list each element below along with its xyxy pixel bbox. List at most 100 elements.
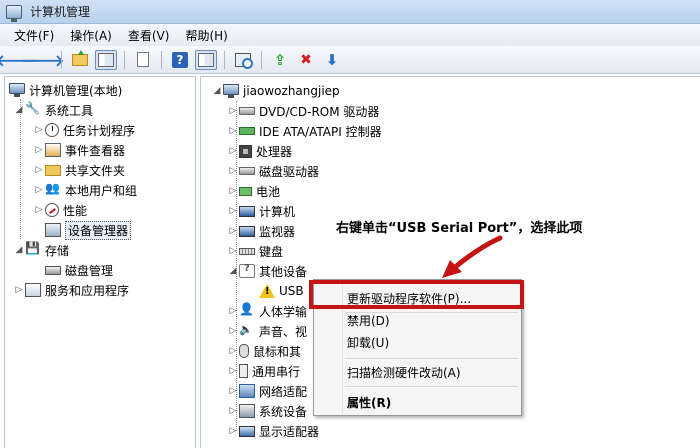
device-category-other[interactable]: ◢ 其他设备 — [227, 261, 307, 281]
expand-arrow-icon[interactable]: ▷ — [227, 406, 239, 416]
properties-button[interactable] — [132, 50, 154, 70]
expand-arrow-icon[interactable]: ▷ — [227, 226, 239, 236]
device-category-ide[interactable]: ▷ IDE ATA/ATAPI 控制器 — [227, 121, 382, 141]
mouse-icon — [239, 344, 249, 358]
tree-item-disk-management[interactable]: 磁盘管理 — [45, 260, 113, 280]
expand-arrow-icon[interactable]: ▷ — [227, 306, 239, 316]
device-label: 系统设备 — [259, 404, 308, 419]
display-adapter-icon — [239, 425, 255, 437]
help-button[interactable]: ? — [169, 50, 191, 70]
tree-item-storage[interactable]: ◢ 存储 — [13, 240, 69, 260]
menu-item-scan-hardware[interactable]: 扫描检测硬件改动(A) — [314, 362, 521, 382]
console-tree[interactable]: 计算机管理(本地) ◢ 系统工具 ▷ 任务计划程序 ▷ 事件查看器 ▷ 共享文件… — [4, 76, 196, 448]
expand-arrow-icon[interactable]: ▷ — [227, 366, 239, 376]
device-category-system[interactable]: ▷ 系统设备 — [227, 401, 307, 421]
tree-label: 共享文件夹 — [65, 163, 126, 178]
users-icon — [45, 181, 61, 197]
collapse-arrow-icon[interactable]: ◢ — [227, 266, 239, 276]
device-category-disk[interactable]: ▷ 磁盘驱动器 — [227, 161, 319, 181]
device-category-monitor[interactable]: ▷ 监视器 — [227, 221, 295, 241]
device-category-computer[interactable]: ▷ 计算机 — [227, 201, 295, 221]
expand-arrow-icon[interactable]: ▷ — [33, 165, 45, 175]
disable-button[interactable]: ⬇ — [321, 50, 343, 70]
device-label: 鼠标和其 — [253, 344, 302, 359]
up-button[interactable] — [69, 49, 91, 70]
disk-drive-icon — [239, 167, 255, 175]
collapse-arrow-icon[interactable]: ◢ — [211, 86, 223, 96]
tree-item-local-users[interactable]: ▷ 本地用户和组 — [33, 180, 137, 200]
tree-item-event-viewer[interactable]: ▷ 事件查看器 — [33, 140, 125, 160]
device-label: jiaowozhangjiep — [243, 84, 340, 98]
menu-view[interactable]: 查看(V) — [120, 25, 178, 46]
expand-arrow-icon[interactable]: ▷ — [227, 126, 239, 136]
expand-arrow-icon[interactable]: ▷ — [227, 186, 239, 196]
menu-item-properties[interactable]: 属性(R) — [314, 392, 521, 412]
device-category-dvd[interactable]: ▷ DVD/CD-ROM 驱动器 — [227, 101, 380, 121]
toolbar-separator — [61, 50, 62, 69]
tree-item-shared-folders[interactable]: ▷ 共享文件夹 — [33, 160, 125, 180]
scan-hardware-button[interactable] — [232, 50, 254, 70]
expand-arrow-icon[interactable]: ▷ — [33, 205, 45, 215]
speaker-icon — [239, 323, 255, 338]
action-pane-button[interactable] — [195, 49, 217, 70]
device-label: USB — [279, 284, 304, 298]
forward-button[interactable]: 🡒 — [22, 50, 65, 70]
device-category-cpu[interactable]: ▷ 处理器 — [227, 141, 292, 161]
tree-guide — [20, 99, 21, 239]
expand-arrow-icon[interactable]: ▷ — [227, 146, 239, 156]
storage-icon — [25, 241, 41, 257]
tree-label: 服务和应用程序 — [45, 283, 130, 298]
device-category-usb[interactable]: ▷ 通用串行 — [227, 361, 300, 381]
update-driver-button[interactable]: ⇪ — [269, 50, 291, 70]
expand-arrow-icon[interactable]: ▷ — [13, 285, 25, 295]
device-category-display[interactable]: ▷ 显示适配器 — [227, 421, 319, 441]
expand-arrow-icon[interactable]: ▷ — [33, 145, 45, 155]
device-category-sound[interactable]: ▷ 声音、视 — [227, 321, 307, 341]
menu-file[interactable]: 文件(F) — [6, 25, 62, 46]
tree-item-performance[interactable]: ▷ 性能 — [33, 200, 87, 220]
device-label: 磁盘驱动器 — [259, 164, 320, 179]
device-label: 其他设备 — [259, 264, 308, 279]
expand-arrow-icon[interactable]: ▷ — [227, 106, 239, 116]
tree-item-computer-management[interactable]: 计算机管理(本地) — [9, 80, 122, 100]
forward-icon: 🡒 — [21, 50, 65, 70]
tree-item-system-tools[interactable]: ◢ 系统工具 — [13, 100, 93, 120]
expand-arrow-icon[interactable]: ▷ — [227, 206, 239, 216]
system-device-icon — [239, 404, 255, 418]
uninstall-button[interactable]: ✖ — [295, 50, 317, 70]
device-category-network[interactable]: ▷ 网络适配 — [227, 381, 307, 401]
device-label: DVD/CD-ROM 驱动器 — [259, 104, 380, 119]
show-hide-tree-button[interactable] — [95, 49, 117, 70]
tree-item-task-scheduler[interactable]: ▷ 任务计划程序 — [33, 120, 135, 140]
tree-label: 任务计划程序 — [63, 123, 136, 138]
expand-arrow-icon[interactable]: ▷ — [227, 166, 239, 176]
expand-arrow-icon[interactable]: ▷ — [33, 125, 45, 135]
device-category-mouse[interactable]: ▷ 鼠标和其 — [227, 341, 301, 361]
menu-separator — [345, 386, 518, 387]
menu-action[interactable]: 操作(A) — [62, 25, 120, 46]
collapse-arrow-icon[interactable]: ◢ — [13, 105, 25, 115]
device-category-hid[interactable]: ▷ 人体学输 — [227, 301, 307, 321]
device-category-keyboard[interactable]: ▷ 键盘 — [227, 241, 283, 261]
dvd-drive-icon — [239, 107, 255, 115]
device-label: 处理器 — [256, 144, 293, 159]
tree-item-services-apps[interactable]: ▷ 服务和应用程序 — [13, 280, 129, 300]
expand-arrow-icon[interactable]: ▷ — [227, 346, 239, 356]
expand-arrow-icon[interactable]: ▷ — [227, 386, 239, 396]
menu-help[interactable]: 帮助(H) — [177, 25, 235, 46]
device-usb-serial-port[interactable]: USB — [259, 281, 304, 301]
processor-icon — [239, 144, 252, 158]
expand-arrow-icon[interactable]: ▷ — [227, 326, 239, 336]
expand-arrow-icon[interactable]: ▷ — [33, 185, 45, 195]
network-adapter-icon — [239, 384, 255, 398]
menu-item-disable[interactable]: 禁用(D) — [314, 310, 521, 330]
expand-arrow-icon[interactable]: ▷ — [227, 246, 239, 256]
red-arrow-icon — [442, 235, 503, 278]
device-category-battery[interactable]: ▷ 电池 — [227, 181, 280, 201]
collapse-arrow-icon[interactable]: ◢ — [13, 245, 25, 255]
disk-icon — [45, 265, 61, 275]
menu-item-uninstall[interactable]: 卸载(U) — [314, 332, 521, 352]
expand-arrow-icon[interactable]: ▷ — [227, 426, 239, 436]
device-root[interactable]: ◢ jiaowozhangjiep — [211, 81, 340, 101]
tree-item-device-manager[interactable]: 设备管理器 — [45, 220, 132, 240]
